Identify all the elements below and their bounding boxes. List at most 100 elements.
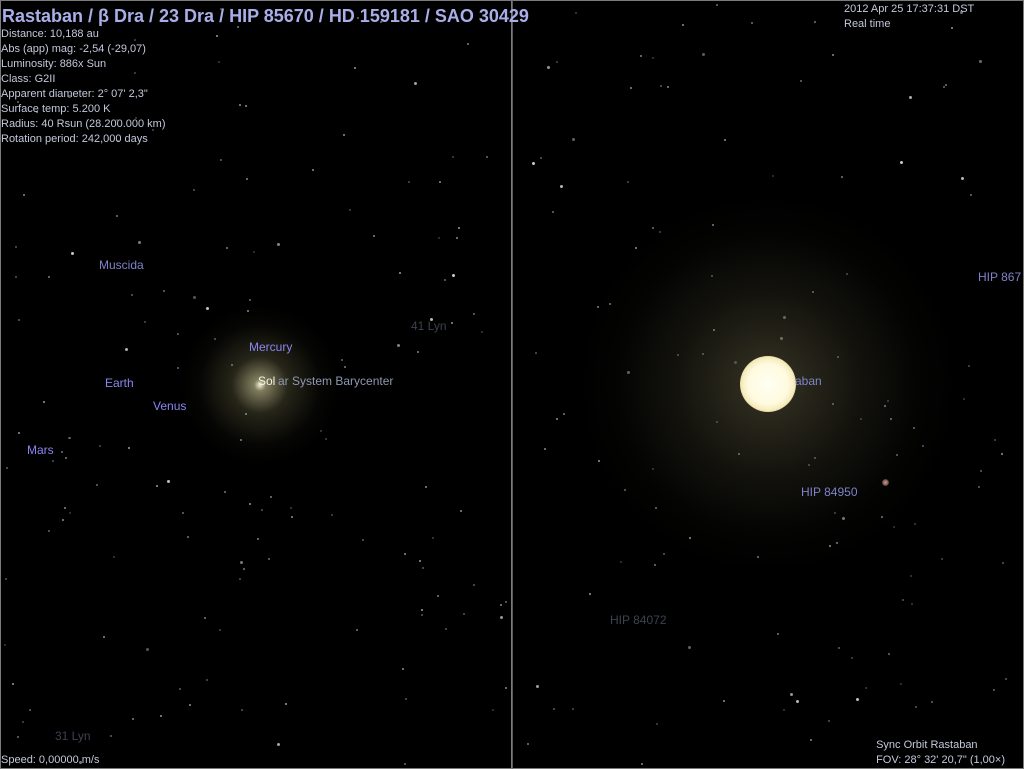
background-star bbox=[144, 321, 146, 323]
datetime-date: 2012 Apr 25 17:37:31 DST bbox=[844, 3, 975, 15]
background-star bbox=[356, 629, 358, 631]
background-star bbox=[18, 319, 20, 321]
background-star bbox=[64, 507, 66, 509]
background-star bbox=[654, 564, 656, 566]
background-star bbox=[712, 224, 714, 226]
background-star bbox=[23, 194, 25, 196]
background-star bbox=[896, 454, 898, 456]
background-star bbox=[829, 545, 831, 547]
background-star bbox=[915, 706, 917, 708]
label-mars[interactable]: Mars bbox=[27, 444, 54, 457]
background-star bbox=[96, 484, 98, 486]
background-star bbox=[963, 398, 965, 400]
background-star bbox=[417, 351, 419, 353]
label-hip-867[interactable]: HIP 867 bbox=[978, 271, 1021, 284]
background-star bbox=[893, 526, 895, 528]
background-star bbox=[544, 448, 546, 450]
background-star bbox=[689, 537, 691, 539]
background-star bbox=[290, 507, 292, 509]
right-view-pane[interactable] bbox=[512, 0, 1024, 769]
background-star bbox=[751, 22, 753, 24]
background-star bbox=[239, 104, 241, 106]
background-star bbox=[402, 668, 404, 670]
background-star bbox=[399, 272, 401, 274]
background-star bbox=[627, 371, 630, 374]
background-star bbox=[887, 400, 889, 402]
background-star bbox=[941, 558, 943, 560]
background-star bbox=[473, 313, 475, 315]
background-star bbox=[572, 138, 575, 141]
celestia-viewport[interactable]: Muscida Mercury Earth Venus Mars Sol ar … bbox=[0, 0, 1024, 769]
background-star bbox=[627, 181, 629, 183]
background-star bbox=[156, 485, 158, 487]
background-star bbox=[814, 457, 816, 459]
background-star bbox=[702, 53, 705, 56]
label-mercury[interactable]: Mercury bbox=[249, 341, 292, 354]
background-star bbox=[838, 647, 840, 649]
background-star bbox=[69, 437, 71, 439]
label-barycenter[interactable]: ar System Barycenter bbox=[278, 375, 393, 388]
background-star bbox=[270, 496, 272, 498]
time-rate: Real time bbox=[844, 18, 891, 30]
background-star bbox=[777, 633, 779, 635]
background-star bbox=[128, 447, 130, 449]
background-star bbox=[177, 333, 179, 335]
background-star bbox=[716, 4, 718, 6]
label-rastaban[interactable]: aban bbox=[795, 375, 822, 388]
background-star bbox=[810, 739, 812, 741]
datetime-panel: 2012 Apr 25 17:37:31 DST Real time bbox=[844, 2, 974, 32]
background-star bbox=[500, 616, 503, 619]
background-star bbox=[249, 299, 251, 301]
background-star bbox=[249, 503, 251, 505]
background-star bbox=[656, 723, 658, 725]
background-star bbox=[247, 310, 249, 312]
background-star bbox=[214, 338, 216, 340]
info-class: Class: G2II bbox=[1, 73, 56, 85]
background-star bbox=[240, 439, 242, 441]
background-star bbox=[15, 246, 17, 248]
background-star bbox=[724, 139, 726, 141]
background-star bbox=[245, 105, 247, 107]
label-41-lyn: 41 Lyn bbox=[411, 319, 447, 333]
speed-readout: Speed: 0,00000 m/s bbox=[1, 754, 100, 766]
background-star bbox=[312, 169, 314, 171]
label-31-lyn: 31 Lyn bbox=[55, 729, 91, 743]
background-star bbox=[245, 413, 247, 415]
background-star bbox=[560, 185, 563, 188]
info-apparent-diameter: Apparent diameter: 2° 07' 2,3" bbox=[1, 88, 148, 100]
background-star bbox=[452, 156, 454, 158]
background-star bbox=[193, 296, 196, 299]
label-barycenter-sol[interactable]: Sol bbox=[258, 375, 275, 388]
selected-object-title: Rastaban / β Dra / 23 Dra / HIP 85670 / … bbox=[2, 6, 529, 26]
background-star bbox=[790, 693, 793, 696]
label-venus[interactable]: Venus bbox=[153, 400, 186, 413]
background-star bbox=[978, 486, 980, 488]
background-star bbox=[48, 276, 50, 278]
background-star bbox=[373, 235, 375, 237]
background-star bbox=[320, 430, 322, 432]
label-muscida[interactable]: Muscida bbox=[99, 259, 144, 272]
background-star bbox=[884, 405, 886, 407]
background-star bbox=[652, 57, 654, 59]
label-hip-84950[interactable]: HIP 84950 bbox=[801, 486, 858, 499]
background-star bbox=[783, 709, 785, 711]
background-star bbox=[253, 251, 255, 253]
label-earth[interactable]: Earth bbox=[105, 377, 134, 390]
background-star bbox=[888, 653, 890, 655]
background-star bbox=[61, 451, 63, 453]
background-star bbox=[881, 516, 883, 518]
background-star bbox=[572, 708, 574, 710]
info-radius: Radius: 40 Rsun (28.200.000 km) bbox=[1, 118, 166, 130]
background-star bbox=[556, 61, 558, 63]
background-star bbox=[331, 514, 333, 516]
background-star bbox=[103, 636, 105, 638]
background-star bbox=[110, 735, 112, 737]
background-star bbox=[837, 356, 839, 358]
background-star bbox=[432, 537, 434, 539]
background-star bbox=[467, 43, 469, 45]
background-star bbox=[422, 567, 424, 569]
background-star bbox=[481, 331, 483, 333]
background-star bbox=[241, 709, 243, 711]
background-star bbox=[842, 517, 845, 520]
background-star bbox=[660, 85, 662, 87]
